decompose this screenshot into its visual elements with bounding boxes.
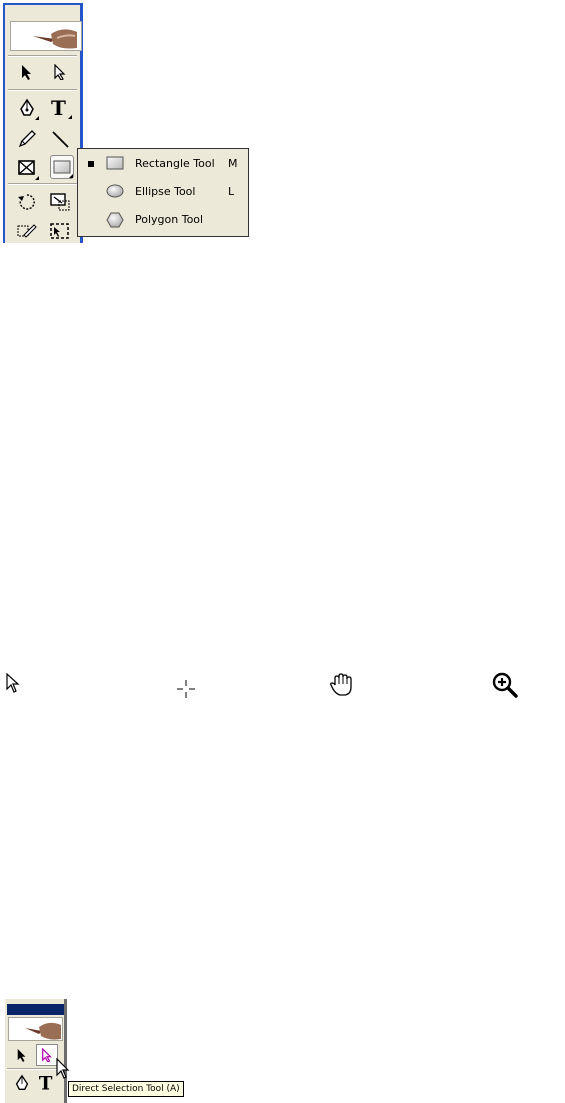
rectangle-icon (106, 156, 124, 173)
line-icon (52, 131, 69, 148)
flyout-item-label: Ellipse Tool (135, 185, 196, 198)
pen-tool-button[interactable] (15, 96, 39, 120)
direct-selection-tool-button[interactable] (48, 60, 72, 84)
selection-tool-button[interactable] (15, 60, 39, 84)
shape-tools-flyout-menu: Rectangle Tool M Ellipse Tool L Polygon … (77, 148, 249, 237)
polygon-icon (106, 212, 124, 231)
pen-tool-button[interactable] (11, 1072, 33, 1094)
mouse-pointer-icon (56, 1058, 70, 1079)
type-tool-button[interactable]: T (48, 95, 72, 119)
rotate-icon (18, 194, 35, 210)
toolbox-separator (8, 89, 77, 91)
flyout-item-shortcut: M (228, 157, 238, 170)
selection-tool-button[interactable] (11, 1044, 33, 1066)
rectangle-frame-tool-button[interactable] (15, 156, 39, 180)
flyout-item-label: Rectangle Tool (135, 157, 215, 170)
selected-bullet-icon (88, 161, 94, 167)
crop-tool-button[interactable] (48, 219, 72, 243)
flyout-item-label: Polygon Tool (135, 213, 204, 226)
line-tool-button[interactable] (48, 127, 72, 151)
type-icon: T (39, 1073, 53, 1092)
selection-arrow-icon (17, 1049, 26, 1062)
toolbox-separator (8, 55, 77, 57)
flyout-item-ellipse-tool[interactable]: Ellipse Tool L (78, 179, 248, 205)
pen-icon (20, 98, 34, 116)
scale-icon (50, 193, 70, 211)
hand-icon (330, 673, 352, 696)
ellipse-icon (106, 184, 124, 201)
crosshair-icon (177, 680, 195, 698)
direct-selection-arrow-icon (42, 1048, 52, 1062)
zoom-in-icon (492, 672, 518, 698)
crop-icon (50, 223, 69, 239)
free-transform-icon (17, 224, 37, 238)
svg-text:T: T (39, 1073, 53, 1092)
pencil-icon (18, 130, 36, 148)
svg-text:T: T (51, 96, 66, 118)
flyout-item-rectangle-tool[interactable]: Rectangle Tool M (78, 151, 248, 177)
tooltip: Direct Selection Tool (A) (68, 1081, 184, 1097)
flyout-item-shortcut: L (228, 185, 235, 198)
toolbox-panel-small: T (5, 999, 67, 1103)
pencil-tool-button[interactable] (15, 127, 39, 151)
direct-selection-arrow-icon (54, 64, 66, 80)
toolbox-title-bar[interactable] (7, 1004, 64, 1015)
flyout-item-polygon-tool[interactable]: Polygon Tool (78, 207, 248, 233)
scale-tool-button[interactable] (48, 190, 72, 214)
rectangle-icon (53, 160, 71, 174)
toolbox-panel: T (3, 3, 83, 243)
selection-arrow-icon (22, 65, 31, 80)
free-transform-tool-button[interactable] (15, 219, 39, 243)
arrow-pointer-icon (6, 673, 20, 693)
toolbox-separator (7, 1068, 62, 1070)
toolbox-separator (8, 183, 77, 185)
toolbox-logo (8, 1017, 63, 1041)
rectangle-tool-button[interactable] (50, 155, 74, 179)
rectangle-frame-icon (18, 160, 35, 175)
toolbox-logo (10, 21, 82, 51)
rotate-tool-button[interactable] (15, 190, 39, 214)
pen-icon (15, 1074, 29, 1090)
